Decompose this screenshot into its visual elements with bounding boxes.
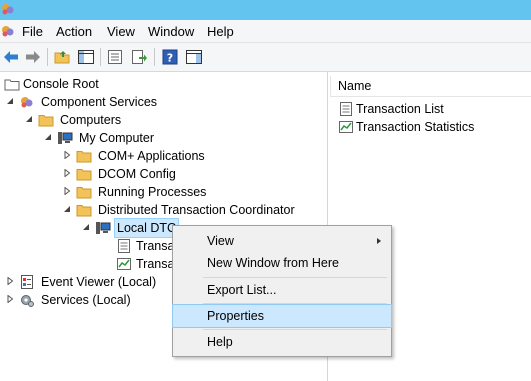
collapsed-arrow-icon[interactable] xyxy=(63,169,71,177)
expanded-arrow-icon[interactable] xyxy=(25,115,33,123)
tree-item-label: Transa xyxy=(136,239,175,253)
expanded-arrow-icon[interactable] xyxy=(44,133,52,141)
list-icon xyxy=(340,102,352,116)
tree-item-label: Console Root xyxy=(23,77,99,91)
properties-icon[interactable] xyxy=(106,48,124,66)
expanded-arrow-icon[interactable] xyxy=(82,223,90,231)
toolbar: ? xyxy=(0,43,531,72)
tree-item-label: Component Services xyxy=(41,95,158,109)
folder-icon xyxy=(76,205,92,217)
folder-icon xyxy=(38,115,54,127)
collapsed-arrow-icon[interactable] xyxy=(63,187,71,195)
menu-window[interactable]: Window xyxy=(148,24,194,39)
context-menu-item-export-list[interactable]: Export List... xyxy=(173,279,391,301)
tree-item-label: Local DTC xyxy=(113,218,180,238)
toolbar-separator xyxy=(100,48,101,66)
menu-bar: File Action View Window Help xyxy=(0,20,531,43)
context-menu-item-new-window[interactable]: New Window from Here xyxy=(173,252,391,274)
menu-file[interactable]: File xyxy=(22,24,43,39)
tree-item-label: Running Processes xyxy=(98,185,207,199)
column-divider xyxy=(330,76,331,96)
help-icon[interactable]: ? xyxy=(161,48,179,66)
list-header[interactable]: Name xyxy=(330,76,531,97)
folder-icon xyxy=(76,151,92,163)
component-services-icon xyxy=(2,4,14,15)
component-services-icon xyxy=(21,97,33,108)
computer-icon xyxy=(58,132,73,144)
toolbar-separator xyxy=(47,48,48,66)
tree-item-label: Distributed Transaction Coordinator xyxy=(98,203,295,217)
list-item-label: Transaction Statistics xyxy=(356,120,475,134)
computer-icon xyxy=(96,222,111,234)
folder-icon xyxy=(76,169,92,181)
folder-icon xyxy=(76,187,92,199)
gear-icon xyxy=(21,295,34,307)
collapsed-arrow-icon[interactable] xyxy=(6,295,14,303)
back-arrow-icon[interactable] xyxy=(2,48,20,66)
submenu-arrow-icon xyxy=(377,238,381,244)
up-folder-icon[interactable] xyxy=(53,48,71,66)
export-list-icon[interactable] xyxy=(130,48,148,66)
menu-separator xyxy=(203,277,387,278)
svg-text:?: ? xyxy=(167,52,173,65)
tree-item-label: DCOM Config xyxy=(98,167,176,181)
folder-icon xyxy=(4,79,20,91)
menu-item-label: View xyxy=(207,234,234,248)
tree-item-label: My Computer xyxy=(79,131,155,145)
expanded-arrow-icon[interactable] xyxy=(6,97,14,105)
tree-item-label: Transa xyxy=(136,257,175,271)
tree-item-label: Services (Local) xyxy=(41,293,131,307)
context-menu-item-properties[interactable]: Properties xyxy=(172,304,392,328)
show-hide-tree-icon[interactable] xyxy=(77,48,95,66)
statistics-icon xyxy=(339,121,353,133)
menu-item-label: New Window from Here xyxy=(207,256,339,270)
show-hide-action-pane-icon[interactable] xyxy=(185,48,203,66)
menu-view[interactable]: View xyxy=(107,24,135,39)
collapsed-arrow-icon[interactable] xyxy=(63,151,71,159)
expanded-arrow-icon[interactable] xyxy=(63,205,71,213)
context-menu: View New Window from Here Export List...… xyxy=(172,225,392,357)
menu-item-label: Help xyxy=(207,335,233,349)
column-header-name[interactable]: Name xyxy=(338,79,371,93)
menu-separator xyxy=(203,303,387,304)
tree-item-label: COM+ Applications xyxy=(98,149,205,163)
event-viewer-icon xyxy=(21,275,33,289)
list-item-label: Transaction List xyxy=(356,102,444,116)
title-bar[interactable] xyxy=(0,0,531,20)
menu-separator xyxy=(203,329,387,330)
toolbar-separator xyxy=(154,48,155,66)
tree-item-label: Event Viewer (Local) xyxy=(41,275,157,289)
tree-item-label: Computers xyxy=(60,113,122,127)
list-icon xyxy=(118,239,130,253)
menu-item-label: Properties xyxy=(207,309,264,323)
collapsed-arrow-icon[interactable] xyxy=(6,277,14,285)
forward-arrow-icon[interactable] xyxy=(24,48,42,66)
context-menu-item-help[interactable]: Help xyxy=(173,331,391,353)
menu-item-label: Export List... xyxy=(207,283,277,297)
statistics-icon xyxy=(117,258,131,270)
component-services-icon[interactable] xyxy=(0,23,16,39)
menu-action[interactable]: Action xyxy=(56,24,92,39)
context-menu-item-view[interactable]: View xyxy=(173,230,391,252)
menu-help[interactable]: Help xyxy=(207,24,234,39)
